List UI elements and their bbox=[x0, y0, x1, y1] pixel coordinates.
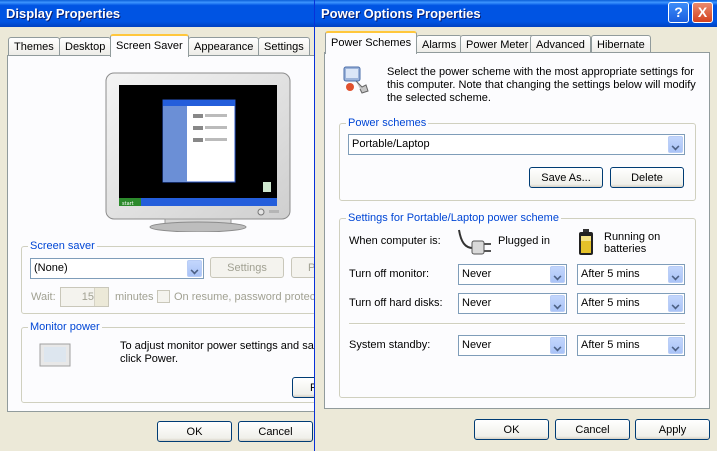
tab-label: Screen Saver bbox=[116, 40, 183, 52]
password-label: On resume, password protect bbox=[174, 291, 319, 303]
power-ok-button[interactable]: OK bbox=[474, 419, 549, 440]
standby-plugged-value: Never bbox=[462, 339, 492, 351]
close-icon: X bbox=[697, 4, 708, 20]
battery-icon bbox=[579, 229, 593, 255]
system-standby-label: System standby: bbox=[349, 339, 431, 351]
monitor-battery-select[interactable]: After 5 mins bbox=[577, 264, 685, 285]
settings-separator bbox=[349, 323, 685, 325]
tab-power-schemes[interactable]: Power Schemes bbox=[325, 31, 418, 54]
help-button[interactable]: ? bbox=[668, 2, 689, 23]
tab-label: Advanced bbox=[536, 39, 585, 51]
disks-battery-select[interactable]: After 5 mins bbox=[577, 293, 685, 314]
display-titlebar[interactable]: Display Properties bbox=[0, 0, 322, 27]
chevron-down-icon[interactable] bbox=[668, 266, 683, 283]
tab-desktop[interactable]: Desktop bbox=[59, 37, 112, 56]
monitor-plugged-value: Never bbox=[462, 268, 492, 280]
display-ok-button[interactable]: OK bbox=[157, 421, 232, 442]
energy-star-icon bbox=[39, 343, 71, 367]
tab-label: Hibernate bbox=[597, 39, 645, 51]
screen-saver-settings-button[interactable]: Settings bbox=[210, 257, 284, 278]
chevron-down-icon[interactable] bbox=[550, 337, 565, 354]
display-window-title: Display Properties bbox=[6, 6, 121, 21]
tab-label: Appearance bbox=[194, 41, 254, 53]
intro-line1: Select the power scheme with the most ap… bbox=[387, 66, 694, 78]
chevron-down-icon[interactable] bbox=[187, 260, 202, 277]
power-scheme-select[interactable]: Portable/Laptop bbox=[348, 134, 685, 155]
disks-plugged-value: Never bbox=[462, 297, 492, 309]
tab-settings[interactable]: Settings bbox=[258, 37, 310, 56]
preview-start-label: start bbox=[122, 201, 134, 207]
spinner-arrows-icon[interactable] bbox=[94, 288, 108, 306]
tab-label: Themes bbox=[14, 41, 54, 53]
turn-off-hard-disks-label: Turn off hard disks: bbox=[349, 297, 443, 309]
turn-off-monitor-label: Turn off monitor: bbox=[349, 268, 430, 280]
disks-battery-value: After 5 mins bbox=[581, 297, 640, 309]
screen-saver-group-label: Screen saver bbox=[28, 240, 97, 252]
running-on-label-line1: Running on bbox=[604, 231, 661, 243]
display-cancel-button[interactable]: Cancel bbox=[238, 421, 313, 442]
chevron-down-icon[interactable] bbox=[550, 295, 565, 312]
screen-saver-select[interactable]: (None) bbox=[30, 258, 204, 279]
tab-label: Settings bbox=[264, 41, 304, 53]
running-on-label-line2: batteries bbox=[604, 243, 647, 255]
apply-button[interactable]: Apply bbox=[635, 419, 710, 440]
power-schemes-group-label: Power schemes bbox=[346, 117, 429, 129]
intro-line2: this computer. Note that changing the se… bbox=[387, 79, 696, 91]
tab-label: Power Schemes bbox=[331, 37, 412, 49]
password-checkbox[interactable] bbox=[157, 290, 170, 303]
monitor-preview: start bbox=[105, 72, 291, 232]
display-properties-window: Display Properties Themes Desktop Screen… bbox=[0, 0, 333, 451]
close-button[interactable]: X bbox=[692, 2, 713, 23]
plug-icon bbox=[458, 229, 491, 255]
standby-plugged-select[interactable]: Never bbox=[458, 335, 567, 356]
tab-label: Alarms bbox=[422, 39, 457, 51]
power-window-title: Power Options Properties bbox=[321, 6, 481, 21]
chevron-down-icon[interactable] bbox=[668, 337, 683, 354]
power-titlebar[interactable]: Power Options Properties ? X bbox=[315, 0, 717, 27]
standby-battery-value: After 5 mins bbox=[581, 339, 640, 351]
wait-value: 15 bbox=[81, 291, 94, 303]
tab-themes[interactable]: Themes bbox=[8, 37, 60, 56]
chevron-down-icon[interactable] bbox=[668, 295, 683, 312]
disks-plugged-select[interactable]: Never bbox=[458, 293, 567, 314]
tab-screen-saver[interactable]: Screen Saver bbox=[110, 34, 189, 57]
tab-appearance[interactable]: Appearance bbox=[188, 37, 260, 56]
wait-minutes-spinner[interactable]: 15 bbox=[60, 287, 109, 307]
monitor-plugged-select[interactable]: Never bbox=[458, 264, 567, 285]
monitor-battery-value: After 5 mins bbox=[581, 268, 640, 280]
plugged-in-label: Plugged in bbox=[498, 235, 550, 247]
intro-line3: the selected scheme. bbox=[387, 92, 491, 104]
standby-battery-select[interactable]: After 5 mins bbox=[577, 335, 685, 356]
help-icon: ? bbox=[674, 4, 683, 20]
tab-label: Desktop bbox=[65, 41, 106, 53]
minutes-label: minutes bbox=[115, 291, 154, 303]
when-computer-is-label: When computer is: bbox=[349, 235, 441, 247]
power-scheme-selected: Portable/Laptop bbox=[352, 138, 430, 150]
chevron-down-icon[interactable] bbox=[550, 266, 565, 283]
power-plug-icon bbox=[343, 66, 369, 94]
monitor-power-description-line1: To adjust monitor power settings and sav… bbox=[120, 340, 326, 352]
power-options-window: Power Options Properties ? X Power Schem… bbox=[314, 0, 717, 451]
wait-label: Wait: bbox=[31, 291, 56, 303]
monitor-power-description-line2: click Power. bbox=[120, 353, 179, 365]
delete-button[interactable]: Delete bbox=[610, 167, 684, 188]
chevron-down-icon[interactable] bbox=[668, 136, 683, 153]
save-as-button[interactable]: Save As... bbox=[529, 167, 603, 188]
power-cancel-button[interactable]: Cancel bbox=[555, 419, 630, 440]
tab-label: Power Meter bbox=[466, 39, 529, 51]
settings-group-label: Settings for Portable/Laptop power schem… bbox=[346, 212, 561, 224]
screen-saver-selected: (None) bbox=[34, 262, 68, 274]
monitor-power-group-label: Monitor power bbox=[28, 321, 102, 333]
